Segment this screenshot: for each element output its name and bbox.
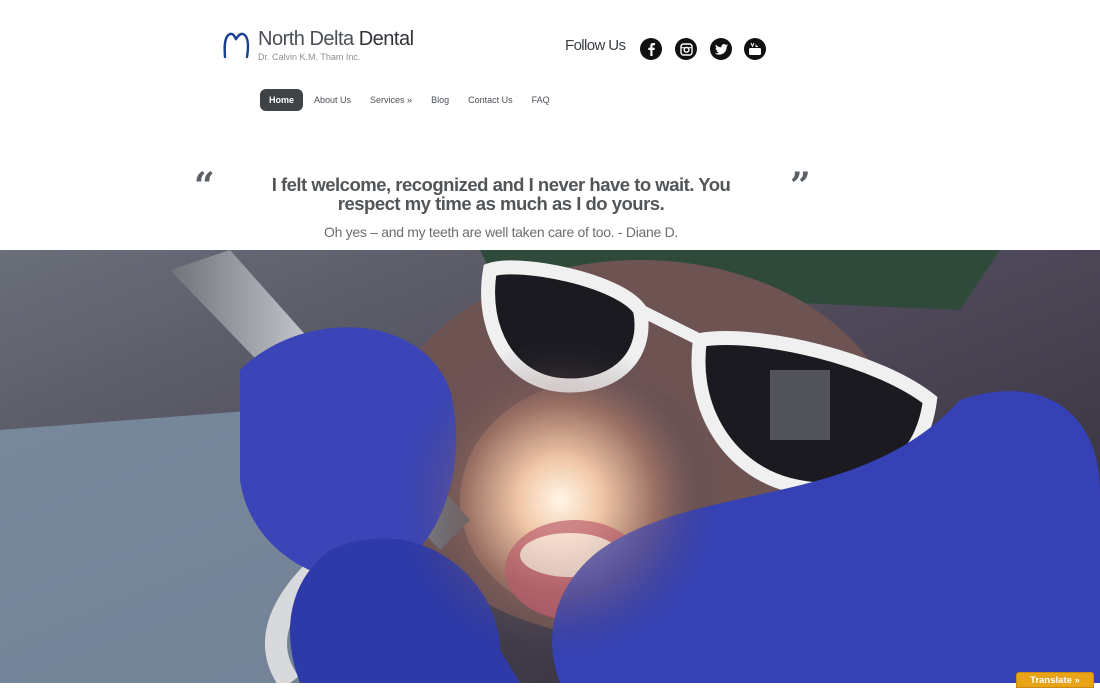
site-logo[interactable]: North Delta Dental Dr. Calvin K.M. Tham … xyxy=(222,28,422,68)
brand-subtitle: Dr. Calvin K.M. Tham Inc. xyxy=(258,52,361,62)
nav-item-faq[interactable]: FAQ xyxy=(532,95,550,105)
instagram-icon[interactable] xyxy=(675,38,697,60)
twitter-icon[interactable] xyxy=(710,38,732,60)
brand-name: North Delta Dental xyxy=(258,28,414,51)
main-nav: Home About Us Services » Blog Contact Us… xyxy=(260,88,569,112)
close-quote-mark: ” xyxy=(790,165,811,207)
nav-item-about-us[interactable]: About Us xyxy=(314,95,351,105)
facebook-icon[interactable] xyxy=(640,38,662,60)
testimonial-quote: I felt welcome, recognized and I never h… xyxy=(271,174,731,214)
translate-button[interactable]: Translate » xyxy=(1016,672,1094,688)
hero-photo xyxy=(0,250,1100,683)
brand-name-bold: Dental xyxy=(358,28,414,50)
open-quote-mark: “ xyxy=(194,165,215,207)
youtube-icon[interactable] xyxy=(744,38,766,60)
dental-procedure-image xyxy=(0,250,1100,683)
brand-name-light: North Delta xyxy=(258,28,354,50)
nav-item-contact-us[interactable]: Contact Us xyxy=(468,95,513,105)
nav-item-services[interactable]: Services » xyxy=(370,95,412,105)
nav-item-blog[interactable]: Blog xyxy=(431,95,449,105)
follow-us-label: Follow Us xyxy=(565,37,626,54)
testimonial-attribution: Oh yes – and my teeth are well taken car… xyxy=(324,224,678,240)
nav-item-home[interactable]: Home xyxy=(260,89,304,111)
tooth-logo-icon xyxy=(223,32,250,59)
